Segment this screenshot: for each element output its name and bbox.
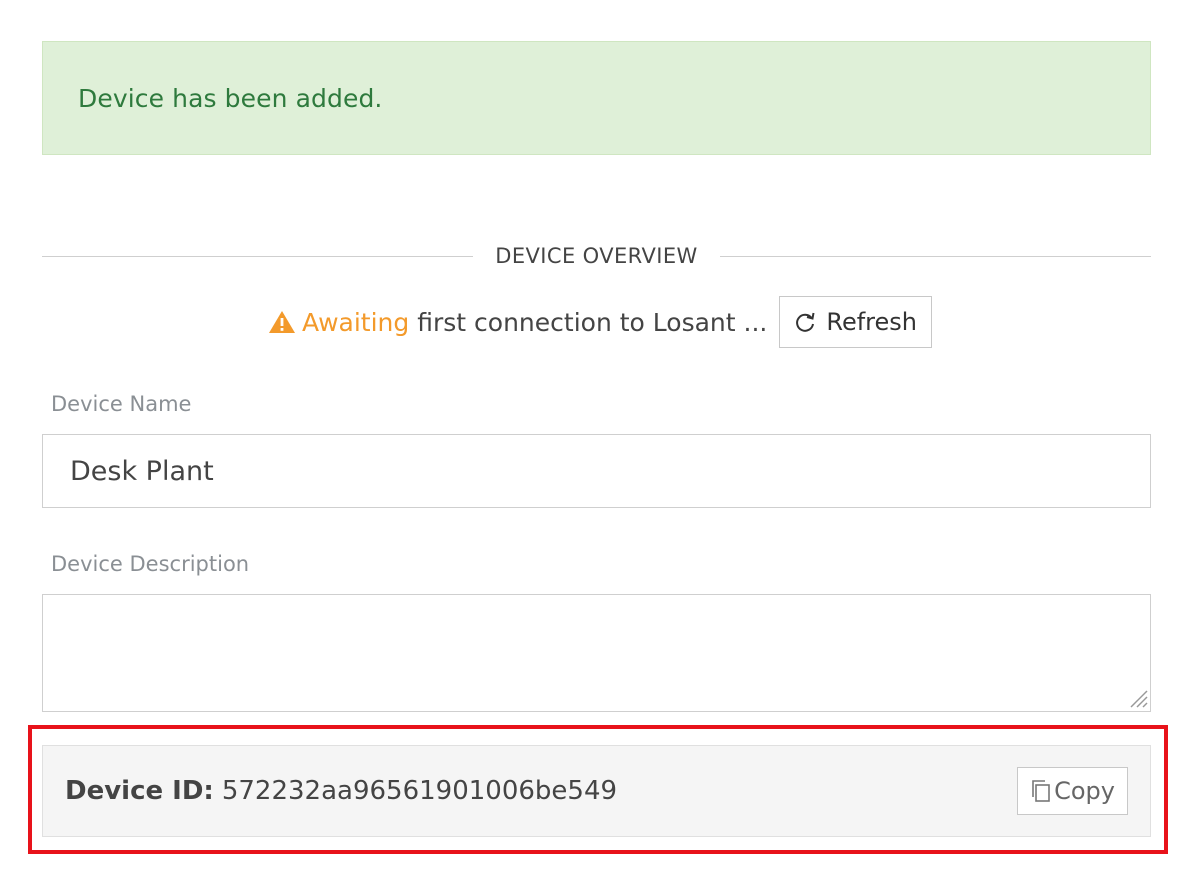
device-page: Device has been added. DEVICE OVERVIEW A… xyxy=(0,0,1200,875)
copy-icon xyxy=(1030,779,1052,803)
section-title: DEVICE OVERVIEW xyxy=(495,244,698,268)
status-message: first connection to Losant ... xyxy=(417,307,768,337)
success-alert: Device has been added. xyxy=(42,41,1151,155)
refresh-button-label: Refresh xyxy=(826,308,917,336)
device-id-value: 572232aa96561901006be549 xyxy=(221,776,618,806)
device-name-input[interactable] xyxy=(42,434,1151,508)
refresh-icon xyxy=(794,311,816,333)
copy-button-label: Copy xyxy=(1054,777,1115,805)
warning-icon xyxy=(268,310,296,334)
refresh-button[interactable]: Refresh xyxy=(779,296,932,348)
divider-line-left xyxy=(42,255,474,257)
device-id-panel: Device ID: 572232aa96561901006be549 Copy xyxy=(42,745,1151,837)
copy-button[interactable]: Copy xyxy=(1017,767,1128,815)
device-name-label: Device Name xyxy=(51,392,192,416)
connection-status: Awaiting first connection to Losant ... … xyxy=(0,296,1200,348)
alert-message: Device has been added. xyxy=(78,83,383,113)
resize-handle-icon[interactable] xyxy=(1126,686,1148,708)
device-id-label: Device ID: xyxy=(65,776,214,806)
device-description-label: Device Description xyxy=(51,552,250,576)
device-description-textarea[interactable] xyxy=(42,594,1151,712)
divider-line-right xyxy=(719,255,1151,257)
status-awaiting: Awaiting xyxy=(301,307,410,337)
section-divider: DEVICE OVERVIEW xyxy=(42,236,1151,276)
